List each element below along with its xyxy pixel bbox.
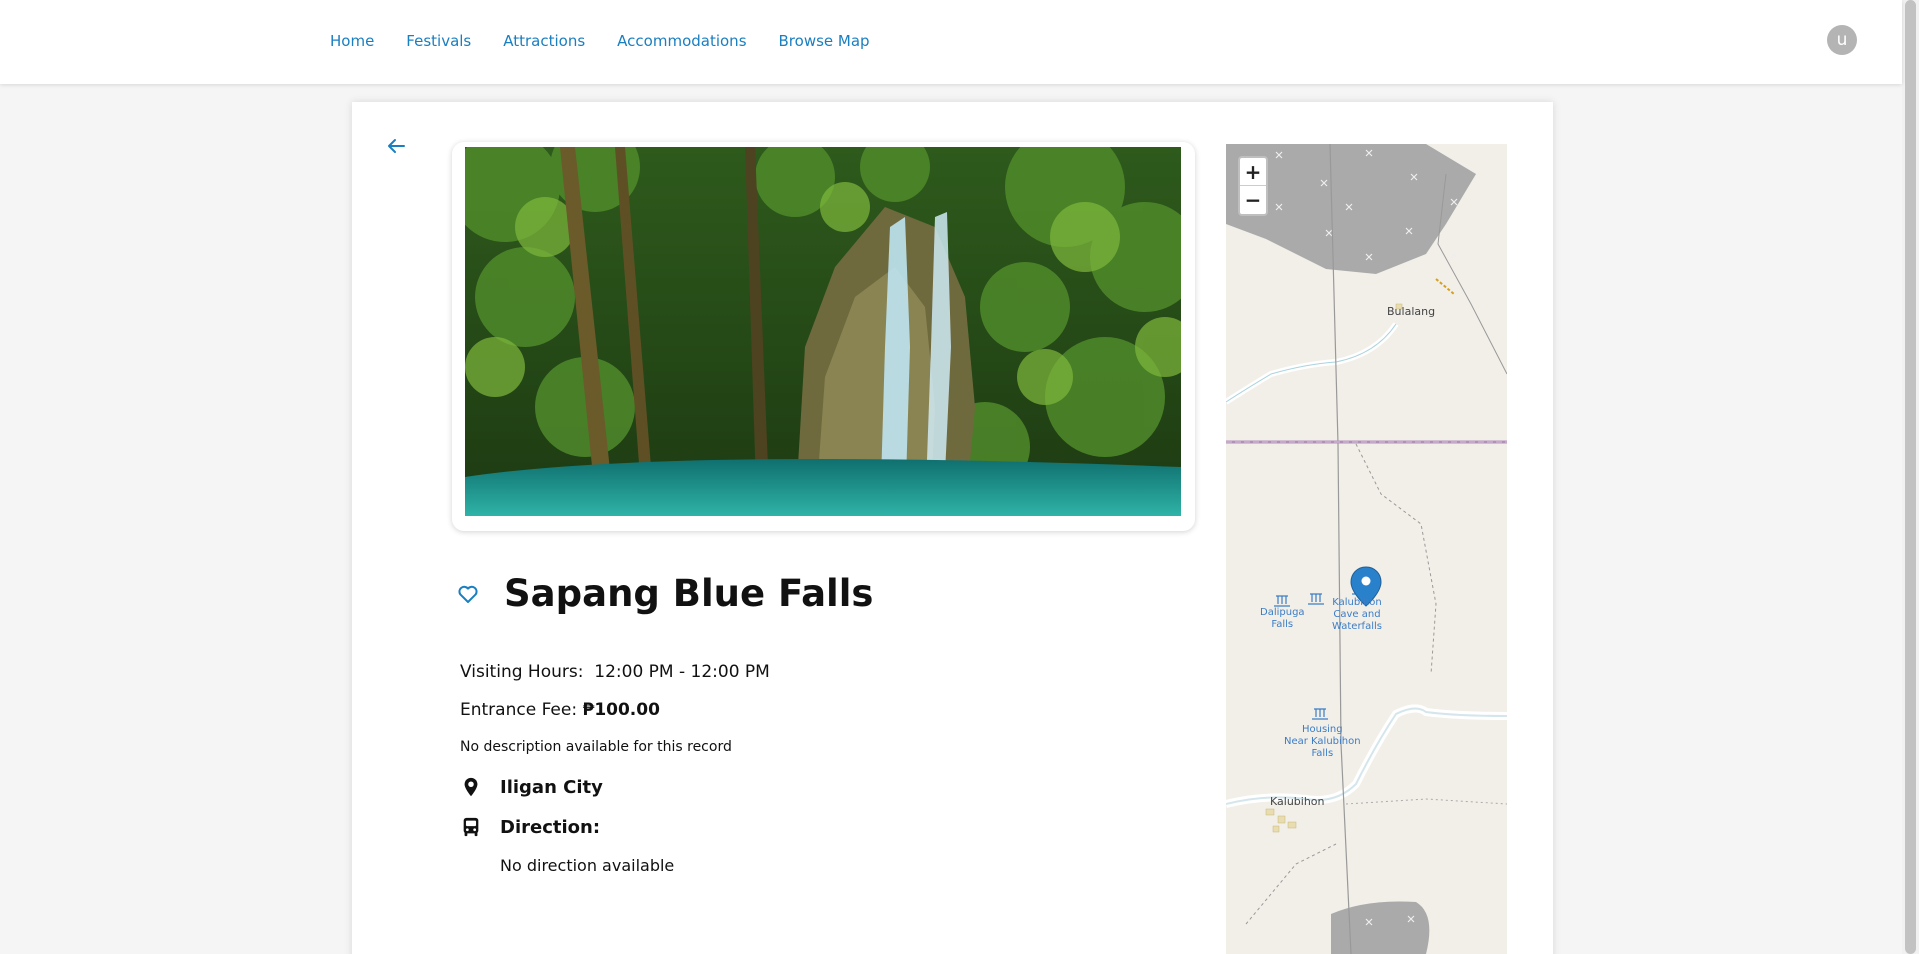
location-label: Iligan City	[500, 776, 603, 798]
bus-icon	[463, 817, 479, 837]
attraction-description: No description available for this record	[460, 739, 732, 755]
top-navigation-bar: Home Festivals Attractions Accommodation…	[0, 0, 1902, 84]
favorite-button[interactable]	[456, 582, 480, 606]
zoom-in-button[interactable]: +	[1240, 158, 1266, 186]
attraction-title: Sapang Blue Falls	[504, 572, 874, 615]
scrollbar-thumb[interactable]	[1905, 0, 1916, 954]
back-button[interactable]	[382, 132, 410, 160]
map-label-housing: Housing Near Kalubihon Falls	[1284, 724, 1361, 760]
zoom-out-button[interactable]: −	[1240, 186, 1266, 214]
map-tiles	[1226, 144, 1507, 954]
map-label-line: Waterfalls	[1332, 621, 1382, 632]
map-zoom-control: + −	[1238, 156, 1268, 216]
direction-text: No direction available	[500, 856, 675, 875]
map-label-kalubihon-cave: Kalubihon Cave and Waterfalls	[1332, 597, 1382, 633]
map-label-dalipuga-falls: Dalipuga Falls	[1260, 607, 1305, 631]
nav-link-home[interactable]: Home	[314, 28, 390, 54]
arrow-left-icon	[388, 139, 405, 153]
visiting-hours-label: Visiting Hours:	[460, 662, 584, 682]
user-avatar[interactable]: u	[1827, 25, 1857, 55]
map-label-line: Cave and	[1333, 609, 1381, 620]
map-label-line: Dalipuga	[1260, 607, 1305, 618]
nav-link-attractions[interactable]: Attractions	[487, 28, 601, 54]
map-label-line: Falls	[1311, 748, 1334, 759]
attraction-photo	[465, 147, 1181, 516]
location-row: Iligan City	[460, 776, 603, 798]
map-pin-icon	[464, 777, 478, 797]
map-label-kalubihon: Kalubihon	[1270, 795, 1325, 808]
heart-icon	[458, 585, 478, 603]
visiting-hours-value: 12:00 PM - 12:00 PM	[594, 662, 770, 682]
visiting-hours: Visiting Hours: 12:00 PM - 12:00 PM	[460, 662, 770, 682]
map-label-line: Kalubihon	[1332, 597, 1382, 608]
page-scrollbar[interactable]	[1902, 0, 1919, 954]
nav-link-festivals[interactable]: Festivals	[390, 28, 487, 54]
direction-row: Direction:	[460, 816, 600, 838]
map-label-line: Housing	[1301, 724, 1343, 735]
location-map[interactable]: + − Bulalang Dalipuga Falls Kalubihon Ca…	[1226, 144, 1507, 954]
map-label-line: Near Kalubihon	[1284, 736, 1361, 747]
entrance-fee: Entrance Fee: ₱100.00	[460, 700, 660, 720]
entrance-fee-value: ₱100.00	[582, 700, 660, 720]
main-nav: Home Festivals Attractions Accommodation…	[314, 28, 886, 54]
nav-link-accommodations[interactable]: Accommodations	[601, 28, 762, 54]
title-row: Sapang Blue Falls	[456, 572, 873, 615]
map-label-line: Falls	[1271, 619, 1294, 630]
direction-label: Direction:	[500, 816, 601, 838]
map-label-bulalang: Bulalang	[1387, 305, 1436, 318]
nav-link-browse-map[interactable]: Browse Map	[763, 28, 886, 54]
entrance-fee-label: Entrance Fee:	[460, 700, 578, 720]
attraction-image-frame	[452, 142, 1195, 531]
